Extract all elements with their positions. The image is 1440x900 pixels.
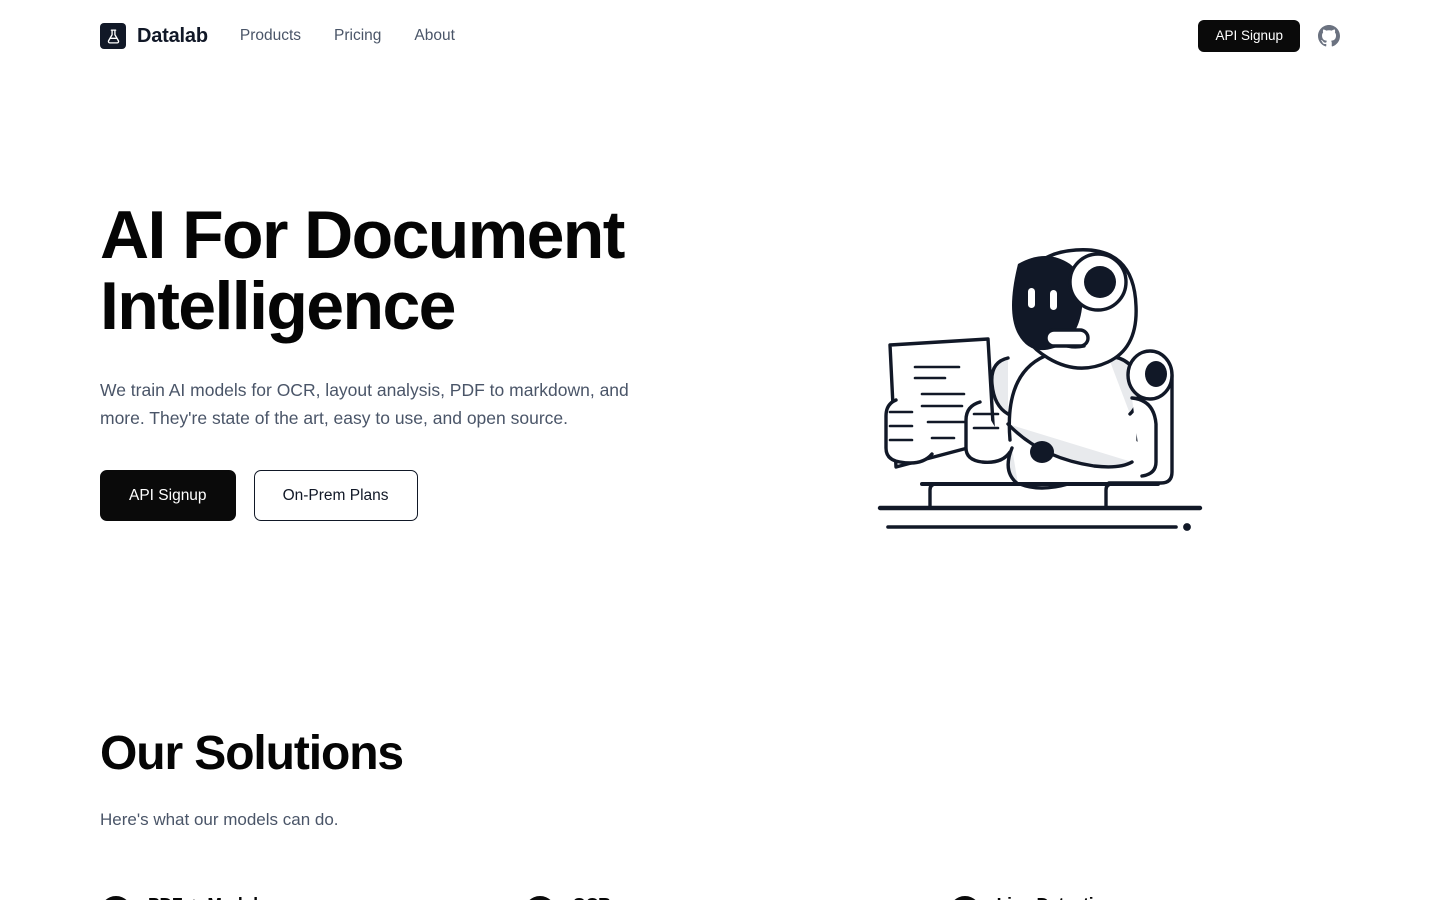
solution-card-pdf-markdown: PDF -> Markdown Marker converts PDF to M… [100, 894, 491, 900]
card-title: Line Detection [997, 894, 1340, 900]
hero-title-line-2: Intelligence [100, 268, 457, 345]
robot-reading-document-illustration [877, 248, 1203, 531]
eye-icon [524, 896, 557, 900]
card-body: OCR Surya handles OCR in over 90 languag… [572, 894, 915, 900]
hero-section: AI For Document Intelligence We train AI… [0, 72, 1440, 542]
solutions-subtitle: Here's what our models can do. [100, 809, 339, 829]
github-icon [1318, 25, 1340, 47]
brand-home-link[interactable]: Datalab [100, 23, 208, 49]
brand-name: Datalab [137, 25, 208, 47]
card-title: OCR [572, 894, 915, 900]
card-title: PDF -> Markdown [148, 894, 491, 900]
nav-links: Products Pricing About [240, 28, 455, 44]
card-body: Line Detection Surya does state of the a… [997, 894, 1340, 900]
flask-icon [100, 23, 126, 49]
solutions-section: Our Solutions Here's what our models can… [0, 542, 1440, 900]
lines-icon [948, 896, 981, 900]
hero-onprem-plans-button[interactable]: On-Prem Plans [253, 469, 418, 522]
top-navbar: Datalab Products Pricing About API Signu… [0, 0, 1440, 72]
solution-card-ocr: OCR Surya handles OCR in over 90 languag… [524, 894, 915, 900]
hero-illustration-wrap [740, 200, 1340, 542]
solution-card-line-detection: Line Detection Surya does state of the a… [948, 894, 1340, 900]
nav-link-about[interactable]: About [414, 28, 455, 44]
nav-link-pricing[interactable]: Pricing [334, 28, 381, 44]
solutions-card-grid: PDF -> Markdown Marker converts PDF to M… [100, 894, 1340, 900]
github-link[interactable] [1318, 25, 1340, 47]
hero-cta-group: API Signup On-Prem Plans [100, 469, 740, 522]
nav-api-signup-button[interactable]: API Signup [1198, 20, 1300, 52]
hero-api-signup-button[interactable]: API Signup [100, 469, 236, 522]
hero-title-line-1: AI For Document [100, 197, 625, 273]
page-title: AI For Document Intelligence [100, 197, 740, 345]
hero-content: AI For Document Intelligence We train AI… [100, 197, 740, 522]
nav-actions: API Signup [1198, 20, 1340, 52]
nav-link-products[interactable]: Products [240, 28, 301, 44]
document-icon [100, 896, 132, 900]
solutions-title: Our Solutions [100, 727, 404, 780]
card-body: PDF -> Markdown Marker converts PDF to M… [148, 894, 491, 900]
hero-subtitle: We train AI models for OCR, layout analy… [100, 379, 629, 428]
